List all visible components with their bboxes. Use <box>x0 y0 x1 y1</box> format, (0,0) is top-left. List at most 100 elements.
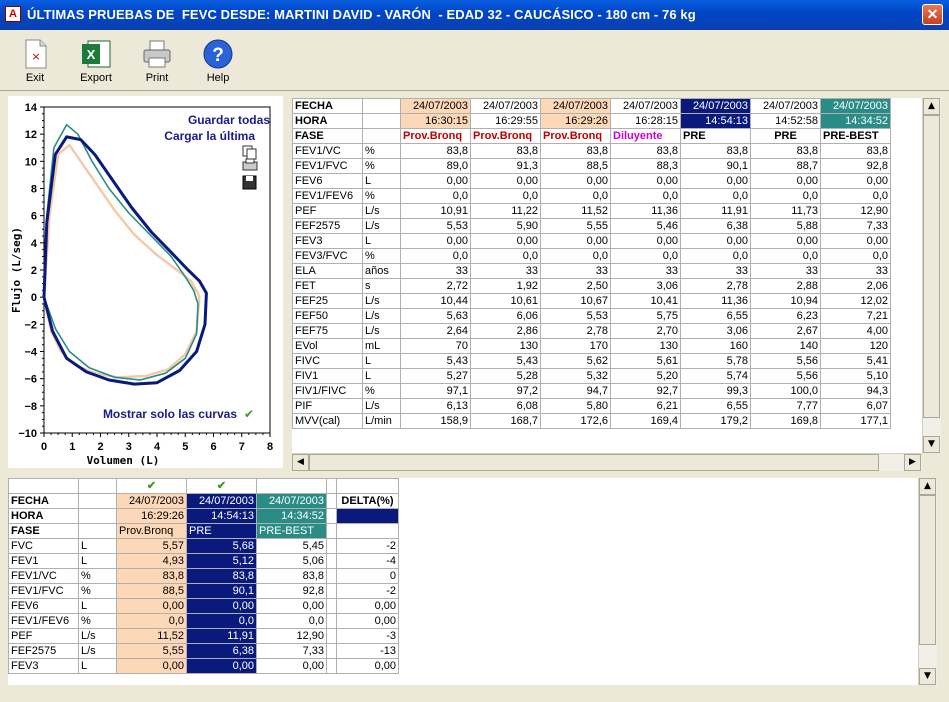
parameter-name: FEF25 <box>292 293 363 309</box>
value-cell: 11,22 <box>470 203 541 219</box>
compare-fase: PRE-BEST <box>256 523 327 539</box>
table-row[interactable]: ELA años 33 33 33 33 33 33 33 <box>292 263 891 279</box>
table-row[interactable]: FEV3 L 0,00 0,00 0,00 0,00 <box>8 658 399 674</box>
header-row-hora: HORA 16:29:26 14:54:13 14:34:52 <box>8 508 399 524</box>
export-button[interactable]: X Export <box>71 34 121 88</box>
value-cell: 5,43 <box>400 353 471 369</box>
table-row[interactable]: FEV3/FVC% 0,0 0,0 0,0 0,0 0,0 0,0 0,0 <box>292 248 891 264</box>
test-fase: PRE <box>750 128 821 144</box>
scroll-thumb[interactable] <box>919 495 936 645</box>
show-only-curves-link[interactable]: Mostrar solo las curvas <box>103 407 237 421</box>
column-checkbox[interactable]: ✔ <box>116 478 187 494</box>
parameter-unit: L <box>362 353 401 369</box>
table-row[interactable]: FEV6 L 0,00 0,00 0,00 0,00 0,00 0,00 0,00 <box>292 173 891 189</box>
help-button[interactable]: ? Help <box>193 34 243 88</box>
value-cell: 99,3 <box>680 383 751 399</box>
table-row[interactable]: FEF2575 L/s 5,53 5,90 5,55 5,46 6,38 5,88 7,33 <box>292 218 891 234</box>
scroll-thumb[interactable] <box>923 115 940 418</box>
value-cell: 177,1 <box>820 413 891 429</box>
value-cell: 12,02 <box>820 293 891 309</box>
value-cell: 5,68 <box>186 538 257 554</box>
table-row[interactable]: EVol mL 70 130 170 130 160 140 120 <box>292 338 891 354</box>
table-row[interactable]: FEV1/FVC% 88,5 90,1 92,8 -2 <box>8 583 399 599</box>
value-cell: 0,0 <box>750 188 821 204</box>
test-hora: 16:29:55 <box>470 113 541 129</box>
table-row[interactable]: FEF2575 L/s 5,55 6,38 7,33 -13 <box>8 643 399 659</box>
parameter-name: FEV3 <box>8 658 79 674</box>
check-row: ✔ ✔ <box>8 478 399 494</box>
table-row[interactable]: FEV1/VC% 83,8 83,8 83,8 83,8 83,8 83,8 83,8 <box>292 143 891 159</box>
parameter-name: FEV1 <box>8 553 79 569</box>
value-cell: 10,61 <box>470 293 541 309</box>
hscroll-thumb[interactable] <box>309 454 879 471</box>
scroll-up-button[interactable]: ▲ <box>923 98 940 115</box>
print-button[interactable]: Print <box>132 34 182 88</box>
flow-volume-graph[interactable]: 14 12 10 8 6 4 2 0 −2 −4 −6 −8 −10 0 1 2 3 4 5 6 7 8 Flujo (L/… <box>8 96 283 468</box>
scroll-down-button[interactable]: ▼ <box>919 668 936 685</box>
empty-cell <box>336 478 399 494</box>
table-row[interactable]: FEV1/FVC% 89,0 91,3 88,5 88,3 90,1 88,7 92,8 <box>292 158 891 174</box>
table-row[interactable]: FET s 2,72 1,92 2,50 3,06 2,78 2,88 2,06 <box>292 278 891 294</box>
y-axis-label: Flujo (L/seg) <box>10 227 23 313</box>
load-last-link[interactable]: Cargar la última <box>164 129 255 143</box>
tests-grid-hscroll[interactable]: ◀ ▶ <box>292 453 922 471</box>
value-cell: 5,55 <box>540 218 611 234</box>
table-row[interactable]: FIV1 L 5,27 5,28 5,32 5,20 5,74 5,56 5,10 <box>292 368 891 384</box>
parameter-unit: L/min <box>362 413 401 429</box>
value-cell: 100,0 <box>750 383 821 399</box>
printer-icon <box>143 40 171 68</box>
row-label-fecha: FECHA <box>8 493 79 509</box>
value-cell: 0,0 <box>820 188 891 204</box>
table-row[interactable]: MVV(cal) L/min 158,9 168,7 172,6 169,4 179,2 16… <box>292 413 891 429</box>
scroll-down-button[interactable]: ▼ <box>923 436 940 453</box>
value-cell: 90,1 <box>680 158 751 174</box>
table-row[interactable]: FEF50 L/s 5,63 6,06 5,53 5,75 6,55 6,23 7,21 <box>292 308 891 324</box>
scroll-left-button[interactable]: ◀ <box>292 454 309 471</box>
close-button[interactable]: ✕ <box>922 4 943 25</box>
header-row-fecha[interactable]: FECHA 24/07/2003 24/07/2003 24/07/2003 24/07… <box>292 98 891 114</box>
empty-cell <box>8 478 79 494</box>
save-all-link[interactable]: Guardar todas <box>188 113 270 127</box>
tests-grid[interactable]: FECHA 24/07/2003 24/07/2003 24/07/2003 24/07… <box>292 98 922 453</box>
value-cell: 10,94 <box>750 293 821 309</box>
compare-fecha: 24/07/2003 <box>186 493 257 509</box>
row-label-fase: FASE <box>8 523 79 539</box>
value-cell: 5,62 <box>540 353 611 369</box>
comparison-grid[interactable]: ✔ ✔ FECHA 24/07/2003 24/07/2003 24/07/2003 DEL… <box>8 478 918 685</box>
exit-button[interactable]: × Exit <box>10 34 60 88</box>
table-row[interactable]: FEF25 L/s 10,44 10,61 10,67 10,41 11,36 10,94 12… <box>292 293 891 309</box>
header-row-hora[interactable]: HORA 16:30:15 16:29:55 16:29:26 16:28:15 14:5… <box>292 113 891 129</box>
table-row[interactable]: FEF75 L/s 2,64 2,86 2,78 2,70 3,06 2,67 4,00 <box>292 323 891 339</box>
column-checkbox[interactable]: ✔ <box>186 478 257 494</box>
table-row[interactable]: PEF L/s 11,52 11,91 12,90 -3 <box>8 628 399 644</box>
value-cell: 7,33 <box>820 218 891 234</box>
parameter-unit: L <box>362 368 401 384</box>
value-cell: 5,10 <box>820 368 891 384</box>
header-row-fase[interactable]: FASE Prov.Bronq Prov.Bronq Prov.Bronq Diluye… <box>292 128 891 144</box>
table-row[interactable]: PIF L/s 6,13 6,08 5,80 6,21 6,55 7,77 6,07 <box>292 398 891 414</box>
value-cell: 0,00 <box>750 233 821 249</box>
scroll-right-button[interactable]: ▶ <box>904 454 921 471</box>
parameter-name: FEV1/FVC <box>8 583 79 599</box>
table-row[interactable]: FIVC L 5,43 5,43 5,62 5,61 5,78 5,56 5,41 <box>292 353 891 369</box>
table-row[interactable]: FIV1/FIVC% 97,1 97,2 94,7 92,7 99,3 100,0 94,3 <box>292 383 891 399</box>
table-row[interactable]: PEF L/s 10,91 11,22 11,52 11,36 11,91 11,73 12,9… <box>292 203 891 219</box>
table-row[interactable]: FEV1/VC% 83,8 83,8 83,8 0 <box>8 568 399 584</box>
column-checkbox[interactable] <box>256 478 327 494</box>
value-cell: 0,0 <box>540 248 611 264</box>
table-row[interactable]: FEV1/FEV6% 0,0 0,0 0,0 0,00 <box>8 613 399 629</box>
delta-value: 0,00 <box>336 598 399 614</box>
app-icon[interactable]: A <box>5 6 21 22</box>
table-row[interactable]: FEV3 L 0,00 0,00 0,00 0,00 0,00 0,00 0,00 <box>292 233 891 249</box>
export-label: Export <box>80 72 112 84</box>
table-row[interactable]: FVC L 5,57 5,68 5,45 -2 <box>8 538 399 554</box>
table-row[interactable]: FEV1/FEV6% 0,0 0,0 0,0 0,0 0,0 0,0 0,0 <box>292 188 891 204</box>
tests-grid-vscroll[interactable]: ▲ ▼ <box>922 98 941 453</box>
value-cell: 5,53 <box>400 218 471 234</box>
scroll-up-button[interactable]: ▲ <box>919 478 936 495</box>
table-row[interactable]: FEV6 L 0,00 0,00 0,00 0,00 <box>8 598 399 614</box>
y-tick-label: −2 <box>24 319 37 331</box>
value-cell: 5,80 <box>540 398 611 414</box>
table-row[interactable]: FEV1 L 4,93 5,12 5,06 -4 <box>8 553 399 569</box>
comparison-grid-vscroll[interactable]: ▲ ▼ <box>918 478 937 685</box>
